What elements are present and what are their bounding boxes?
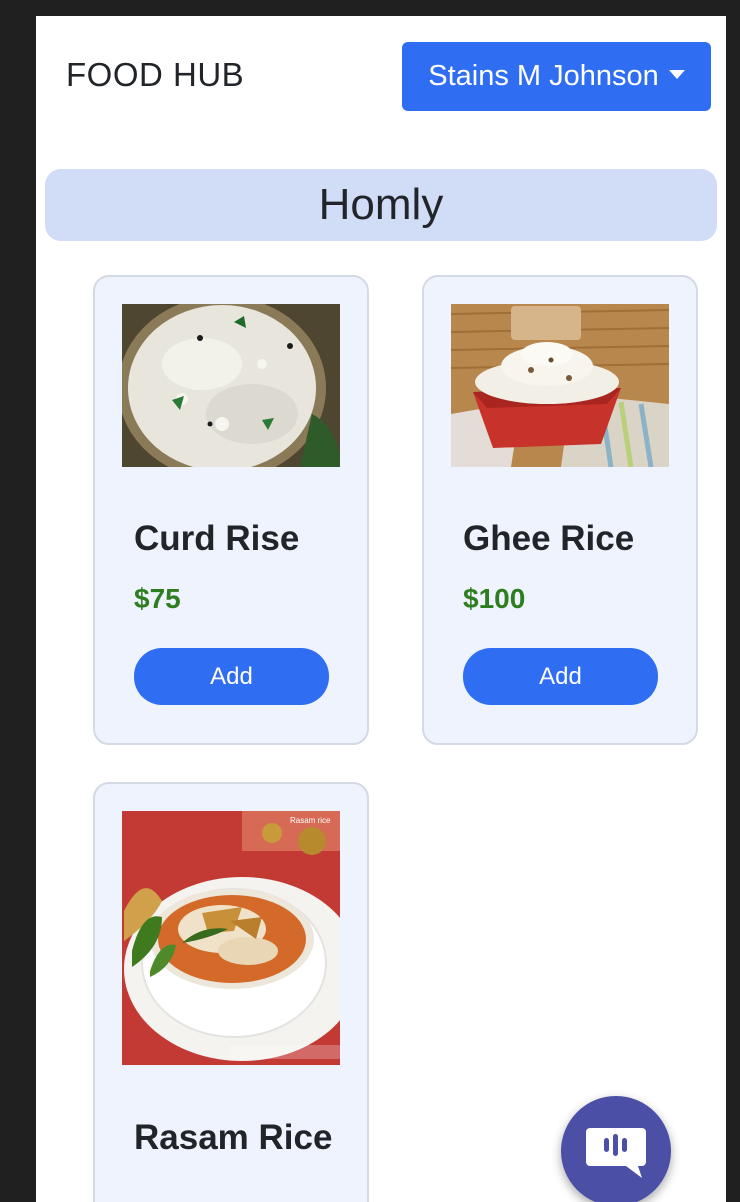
food-price: $100 — [463, 583, 526, 614]
user-menu-button[interactable]: Stains M Johnson — [402, 42, 711, 111]
add-to-cart-button[interactable]: Add — [134, 648, 329, 705]
food-image-ghee-rice — [451, 304, 669, 467]
food-image-curd-rice — [122, 304, 340, 467]
chat-bubble-icon — [586, 1128, 646, 1178]
chat-button[interactable] — [561, 1096, 671, 1202]
food-card: Ghee Rice $100 Add — [422, 275, 698, 745]
category-title: Homly — [318, 180, 444, 229]
food-name: Ghee Rice — [463, 519, 635, 558]
image-watermark-label: Rasam rice — [290, 816, 331, 825]
food-price: $75 — [134, 583, 181, 614]
page: FOOD HUB Stains M Johnson Homly Curd Ris… — [36, 16, 726, 1202]
brand-logo[interactable]: FOOD HUB — [66, 56, 244, 94]
user-name: Stains M Johnson — [428, 60, 659, 92]
food-name: Rasam Rice — [134, 1118, 333, 1157]
food-card: Rasam rice Rasam Rice — [93, 782, 369, 1202]
caret-down-icon — [668, 70, 685, 79]
food-name: Curd Rise — [134, 519, 300, 558]
food-card: Curd Rise $75 Add — [93, 275, 369, 745]
add-to-cart-button[interactable]: Add — [463, 648, 658, 705]
food-image-rasam-rice: Rasam rice — [122, 811, 340, 1065]
category-header: Homly — [45, 169, 717, 241]
